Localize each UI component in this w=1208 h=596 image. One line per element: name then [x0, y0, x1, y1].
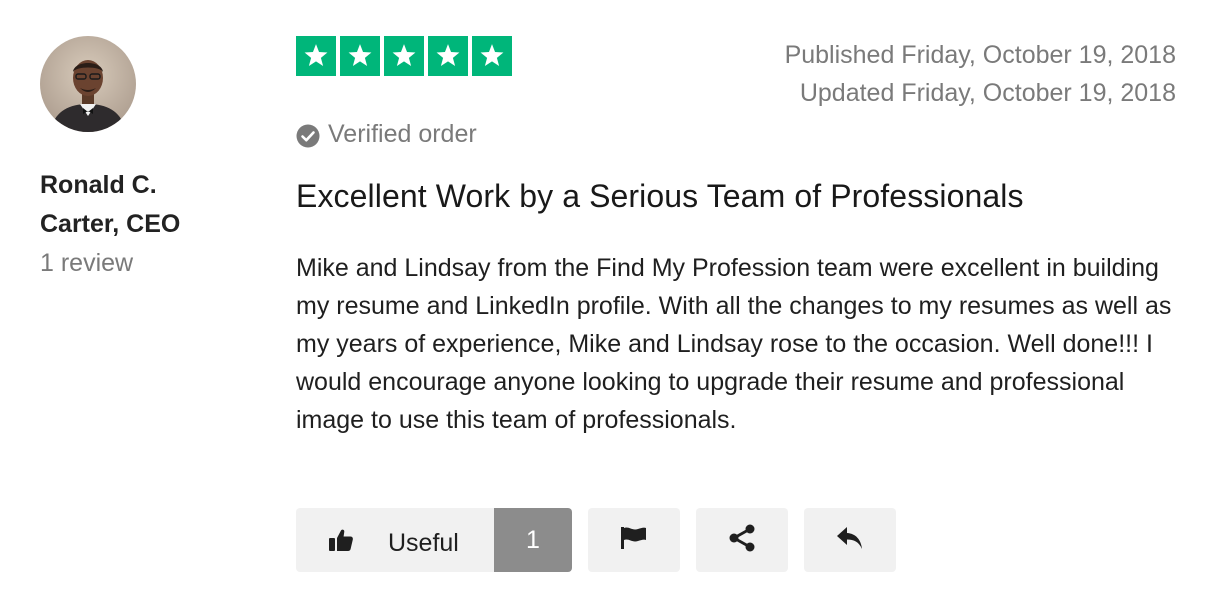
- share-button[interactable]: [696, 508, 788, 572]
- review-dates: Published Friday, October 19, 2018 Updat…: [785, 36, 1176, 112]
- star-rating: [296, 36, 512, 76]
- reviewer-review-count: 1 review: [40, 249, 134, 277]
- reviewer-name[interactable]: Ronald C. Carter, CEO: [40, 166, 240, 244]
- verified-badge: Verified order: [296, 116, 477, 152]
- review-title[interactable]: Excellent Work by a Serious Team of Prof…: [296, 172, 1024, 220]
- check-circle-icon: [296, 122, 320, 148]
- flag-button[interactable]: [588, 508, 680, 572]
- reply-button[interactable]: [804, 508, 896, 572]
- review-body: Mike and Lindsay from the Find My Profes…: [296, 254, 1172, 434]
- star-icon: [296, 36, 336, 76]
- useful-count: 1: [494, 508, 572, 572]
- star-icon: [384, 36, 424, 76]
- star-icon: [340, 36, 380, 76]
- star-icon: [472, 36, 512, 76]
- flag-icon: [620, 526, 648, 555]
- updated-date: Updated Friday, October 19, 2018: [799, 79, 1176, 107]
- reply-icon: [835, 525, 865, 556]
- verified-label: Verified order: [328, 120, 477, 148]
- useful-group: Useful 1: [296, 508, 572, 572]
- thumbs-up-icon: [328, 527, 354, 553]
- useful-label: Useful: [388, 528, 459, 557]
- review-actions: Useful 1: [296, 508, 896, 572]
- reviewer-avatar[interactable]: [40, 36, 136, 132]
- star-icon: [428, 36, 468, 76]
- share-icon: [727, 524, 757, 557]
- published-date: Published Friday, October 19, 2018: [784, 41, 1176, 69]
- useful-button[interactable]: Useful: [296, 508, 494, 572]
